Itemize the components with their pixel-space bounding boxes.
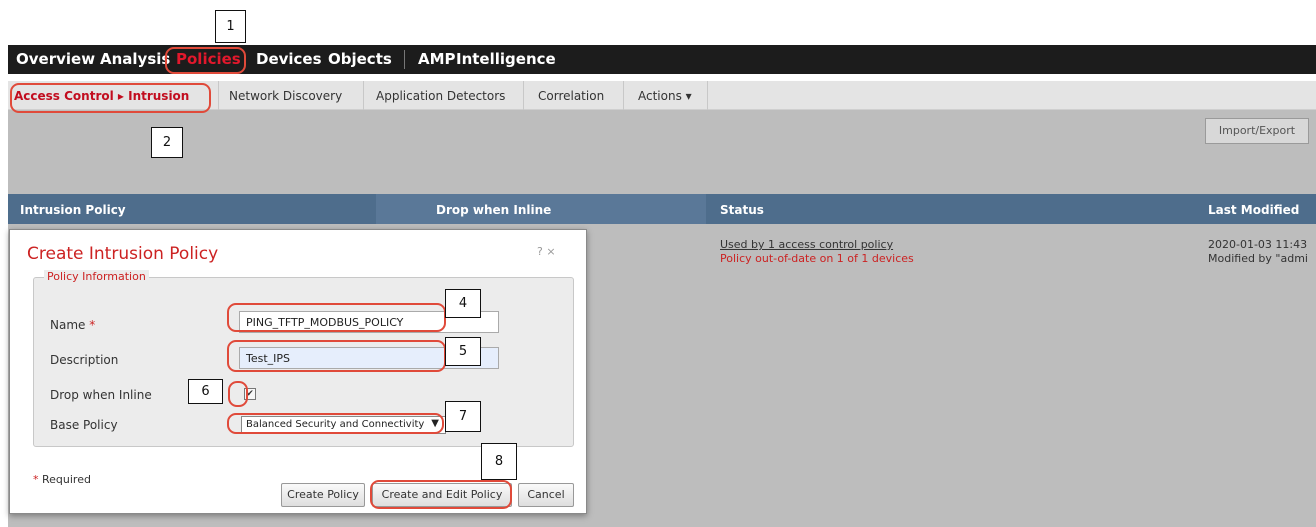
callout-8: 8 bbox=[481, 443, 517, 480]
callout-5: 5 bbox=[445, 337, 481, 366]
create-policy-button[interactable]: Create Policy bbox=[281, 483, 365, 507]
highlight-breadcrumb bbox=[10, 83, 211, 113]
description-label: Description bbox=[50, 353, 119, 367]
nav-amp[interactable]: AMP bbox=[418, 50, 456, 68]
highlight-description-input bbox=[227, 340, 446, 372]
required-note: * Required bbox=[33, 473, 91, 486]
tab-correlation[interactable]: Correlation bbox=[538, 89, 604, 103]
highlight-policies bbox=[165, 47, 246, 74]
highlight-create-edit-button bbox=[370, 480, 512, 509]
callout-7: 7 bbox=[445, 401, 481, 432]
callout-1: 1 bbox=[215, 10, 246, 43]
dialog-help-close-icons[interactable]: ? × bbox=[537, 245, 556, 258]
modified-date: 2020-01-03 11:43 bbox=[1208, 238, 1308, 251]
modified-by: Modified by "admi bbox=[1208, 252, 1308, 265]
callout-6: 6 bbox=[188, 379, 223, 404]
col-drop-when-inline[interactable]: Drop when Inline bbox=[436, 203, 551, 217]
nav-intelligence[interactable]: Intelligence bbox=[456, 50, 556, 68]
base-policy-label: Base Policy bbox=[50, 418, 118, 432]
required-asterisk: * bbox=[89, 318, 96, 332]
nav-separator bbox=[404, 50, 405, 69]
tab-actions[interactable]: Actions ▾ bbox=[638, 89, 692, 103]
nav-devices[interactable]: Devices bbox=[256, 50, 322, 68]
highlight-checkbox bbox=[228, 381, 248, 407]
required-note-asterisk: * bbox=[33, 473, 39, 486]
subnav-divider bbox=[363, 81, 364, 110]
nav-analysis[interactable]: Analysis bbox=[100, 50, 170, 68]
nav-objects[interactable]: Objects bbox=[328, 50, 392, 68]
subnav-divider bbox=[523, 81, 524, 110]
status-link[interactable]: Used by 1 access control policy bbox=[720, 238, 893, 251]
highlight-name-input bbox=[227, 303, 446, 332]
cancel-button[interactable]: Cancel bbox=[518, 483, 574, 507]
status-warning: Policy out-of-date on 1 of 1 devices bbox=[720, 252, 914, 265]
nav-overview[interactable]: Overview bbox=[16, 50, 95, 68]
col-status[interactable]: Status bbox=[720, 203, 764, 217]
import-export-button[interactable]: Import/Export bbox=[1205, 118, 1309, 144]
drop-when-inline-label: Drop when Inline bbox=[50, 388, 152, 402]
tab-application-detectors[interactable]: Application Detectors bbox=[376, 89, 505, 103]
tab-network-discovery[interactable]: Network Discovery bbox=[229, 89, 342, 103]
callout-2: 2 bbox=[151, 127, 183, 158]
col-last-modified[interactable]: Last Modified bbox=[1208, 203, 1299, 217]
subnav-divider bbox=[623, 81, 624, 110]
callout-4: 4 bbox=[445, 289, 481, 318]
table-header: Intrusion Policy Drop when Inline Status… bbox=[8, 194, 1316, 224]
fieldset-legend: Policy Information bbox=[44, 270, 149, 283]
name-label-text: Name bbox=[50, 318, 86, 332]
name-label: Name * bbox=[50, 318, 95, 332]
required-note-text: Required bbox=[42, 473, 91, 486]
subnav-divider bbox=[218, 81, 219, 110]
dialog-title: Create Intrusion Policy bbox=[27, 244, 219, 264]
subnav-divider bbox=[707, 81, 708, 110]
highlight-base-policy bbox=[227, 413, 444, 434]
col-intrusion-policy[interactable]: Intrusion Policy bbox=[20, 203, 126, 217]
